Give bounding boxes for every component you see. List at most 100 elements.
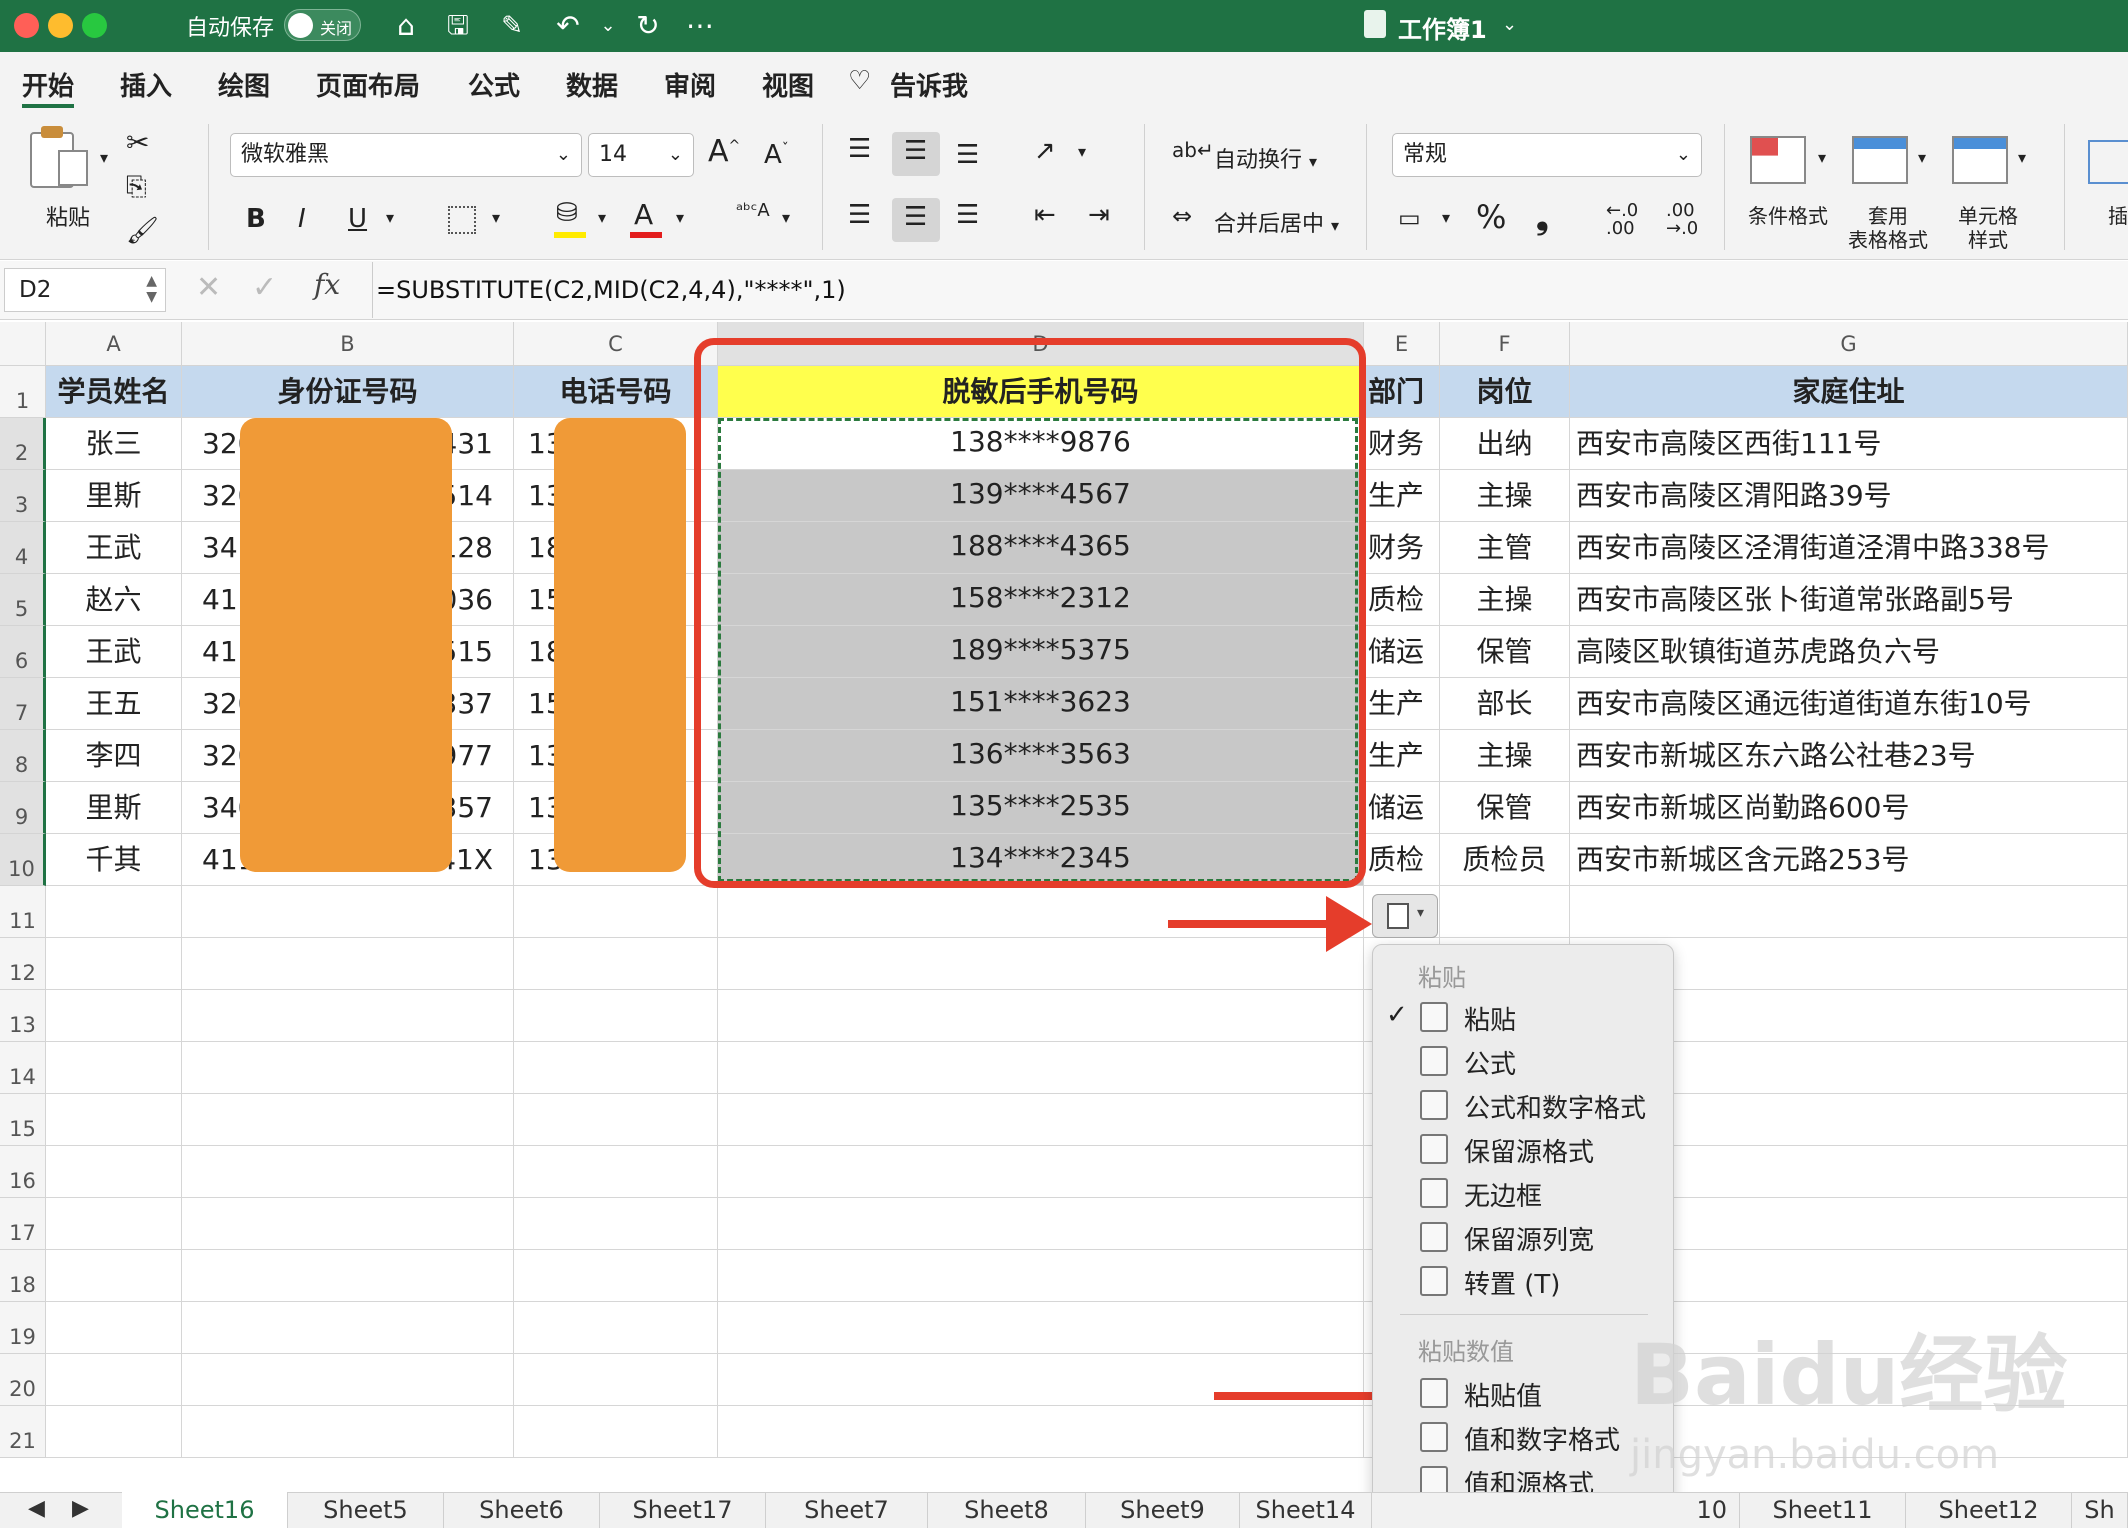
empty-cell[interactable] xyxy=(718,1406,1364,1458)
cell-g8[interactable]: 西安市新城区东六路公社巷23号 xyxy=(1570,730,2128,782)
cell-f3[interactable]: 主操 xyxy=(1440,470,1570,522)
cell-a2[interactable]: 张三 xyxy=(46,418,182,470)
cell-f8[interactable]: 主操 xyxy=(1440,730,1570,782)
row-header-4[interactable]: 4 xyxy=(0,522,46,574)
cell-styles-dropdown-icon[interactable]: ▾ xyxy=(2018,148,2026,167)
tab-page-layout[interactable]: 页面布局 xyxy=(316,66,420,103)
cell-f2[interactable]: 出纳 xyxy=(1440,418,1570,470)
sheet-tab-sheet17[interactable]: Sheet17 xyxy=(600,1492,766,1528)
cell-a10[interactable]: 千其 xyxy=(46,834,182,886)
phonetic-dropdown-icon[interactable]: ▾ xyxy=(782,208,790,227)
empty-cell[interactable] xyxy=(514,886,718,938)
sheet-tab-sheet9[interactable]: Sheet9 xyxy=(1086,1492,1240,1528)
font-name-select[interactable]: 微软雅黑 ⌄ xyxy=(230,133,582,177)
cell-g4[interactable]: 西安市高陵区泾渭街道泾渭中路338号 xyxy=(1570,522,2128,574)
cell-g3[interactable]: 西安市高陵区渭阳路39号 xyxy=(1570,470,2128,522)
sheet-tab-sheet16[interactable]: Sheet16 xyxy=(122,1492,288,1528)
conditional-format-dropdown-icon[interactable]: ▾ xyxy=(1818,148,1826,167)
empty-cell[interactable] xyxy=(46,1250,182,1302)
tab-data[interactable]: 数据 xyxy=(566,66,618,103)
sheet-tab-sh[interactable]: Sh xyxy=(2072,1492,2128,1528)
empty-cell[interactable] xyxy=(718,1250,1364,1302)
cell-e6[interactable]: 储运 xyxy=(1364,626,1440,678)
cell-g2[interactable]: 西安市高陵区西街111号 xyxy=(1570,418,2128,470)
font-color-icon[interactable]: A xyxy=(634,198,653,231)
row-header-11[interactable]: 11 xyxy=(0,886,46,938)
increase-decimal-icon[interactable]: ←.0.00 xyxy=(1606,202,1638,238)
empty-cell[interactable] xyxy=(46,1354,182,1406)
cell-a4[interactable]: 王武 xyxy=(46,522,182,574)
empty-cell[interactable] xyxy=(182,1354,514,1406)
empty-cell[interactable] xyxy=(182,990,514,1042)
cell-f4[interactable]: 主管 xyxy=(1440,522,1570,574)
sheet-tab-sheet14[interactable]: Sheet14 xyxy=(1240,1492,1372,1528)
menu-item-formulas[interactable]: 公式 xyxy=(1464,1044,1516,1081)
tab-home[interactable]: 开始 xyxy=(22,66,74,103)
row-header-5[interactable]: 5 xyxy=(0,574,46,626)
font-size-select[interactable]: 14 ⌄ xyxy=(588,133,694,177)
paste-options-button[interactable]: ▾ xyxy=(1372,894,1438,938)
cell-a5[interactable]: 赵六 xyxy=(46,574,182,626)
empty-cell[interactable] xyxy=(182,1146,514,1198)
header-cell-e[interactable]: 部门 xyxy=(1364,366,1440,418)
document-title[interactable]: 工作簿1 xyxy=(1398,10,1487,45)
decrease-font-icon[interactable]: Aˇ xyxy=(764,140,789,170)
row-header-19[interactable]: 19 xyxy=(0,1302,46,1354)
empty-cell[interactable] xyxy=(514,1354,718,1406)
comma-button[interactable]: ❟ xyxy=(1536,198,1549,237)
title-chevron-icon[interactable]: ⌄ xyxy=(1502,14,1517,35)
row-header-17[interactable]: 17 xyxy=(0,1198,46,1250)
empty-cell[interactable] xyxy=(46,1406,182,1458)
empty-cell[interactable] xyxy=(182,886,514,938)
cell-a8[interactable]: 李四 xyxy=(46,730,182,782)
wrap-text-button[interactable]: 自动换行 ▾ xyxy=(1214,142,1317,174)
column-header-b[interactable]: B xyxy=(182,322,514,366)
row-header-10[interactable]: 10 xyxy=(0,834,46,886)
menu-item-no-borders[interactable]: 无边框 xyxy=(1464,1176,1542,1213)
row-header-8[interactable]: 8 xyxy=(0,730,46,782)
column-header-c[interactable]: C xyxy=(514,322,718,366)
menu-item-values-number-format[interactable]: 值和数字格式 xyxy=(1464,1420,1620,1457)
more-icon[interactable]: ⋯ xyxy=(682,8,718,44)
cell-g9[interactable]: 西安市新城区尚勤路600号 xyxy=(1570,782,2128,834)
menu-item-paste[interactable]: 粘贴 xyxy=(1464,1000,1516,1037)
copy-icon[interactable]: ⎘ xyxy=(126,172,147,203)
insert-cells-icon[interactable] xyxy=(2088,140,2128,184)
header-cell-a[interactable]: 学员姓名 xyxy=(46,366,182,418)
menu-item-transpose[interactable]: 转置 (T) xyxy=(1464,1264,1560,1301)
prev-sheet-icon[interactable]: ◀ xyxy=(28,1496,45,1521)
empty-cell[interactable] xyxy=(182,1094,514,1146)
wrap-text-icon[interactable]: ab↵ xyxy=(1172,138,1214,162)
autosave-toggle[interactable]: 关闭 xyxy=(284,9,361,41)
empty-cell[interactable] xyxy=(182,1042,514,1094)
empty-cell[interactable] xyxy=(718,1302,1364,1354)
cell-e5[interactable]: 质检 xyxy=(1364,574,1440,626)
header-cell-g[interactable]: 家庭住址 xyxy=(1570,366,2128,418)
decrease-decimal-icon[interactable]: .00 →.0 xyxy=(1666,202,1698,238)
increase-font-icon[interactable]: A^ xyxy=(708,134,740,169)
paste-label[interactable]: 粘贴 xyxy=(46,200,90,232)
cell-g5[interactable]: 西安市高陵区张卜街道常张路副5号 xyxy=(1570,574,2128,626)
empty-cell[interactable] xyxy=(46,886,182,938)
redo-icon[interactable]: ↻ xyxy=(630,8,666,44)
row-header-3[interactable]: 3 xyxy=(0,470,46,522)
tab-draw[interactable]: 绘图 xyxy=(218,66,270,103)
header-cell-c[interactable]: 电话号码 xyxy=(514,366,718,418)
tab-view[interactable]: 视图 xyxy=(762,66,814,103)
row-header-7[interactable]: 7 xyxy=(0,678,46,730)
bold-button[interactable]: B xyxy=(246,204,266,234)
tab-formulas[interactable]: 公式 xyxy=(468,66,520,103)
row-header-16[interactable]: 16 xyxy=(0,1146,46,1198)
cell-e3[interactable]: 生产 xyxy=(1364,470,1440,522)
cut-icon[interactable]: ✂ xyxy=(126,126,149,159)
empty-cell[interactable] xyxy=(718,938,1364,990)
empty-cell[interactable] xyxy=(718,1094,1364,1146)
formula-input[interactable]: =SUBSTITUTE(C2,MID(C2,4,4),"****",1) xyxy=(376,276,846,304)
cell-f9[interactable]: 保管 xyxy=(1440,782,1570,834)
percent-button[interactable]: % xyxy=(1476,198,1506,236)
column-header-f[interactable]: F xyxy=(1440,322,1570,366)
empty-cell[interactable] xyxy=(514,1094,718,1146)
save-icon[interactable]: 🖫 xyxy=(440,8,476,44)
cell-a9[interactable]: 里斯 xyxy=(46,782,182,834)
cell-e8[interactable]: 生产 xyxy=(1364,730,1440,782)
